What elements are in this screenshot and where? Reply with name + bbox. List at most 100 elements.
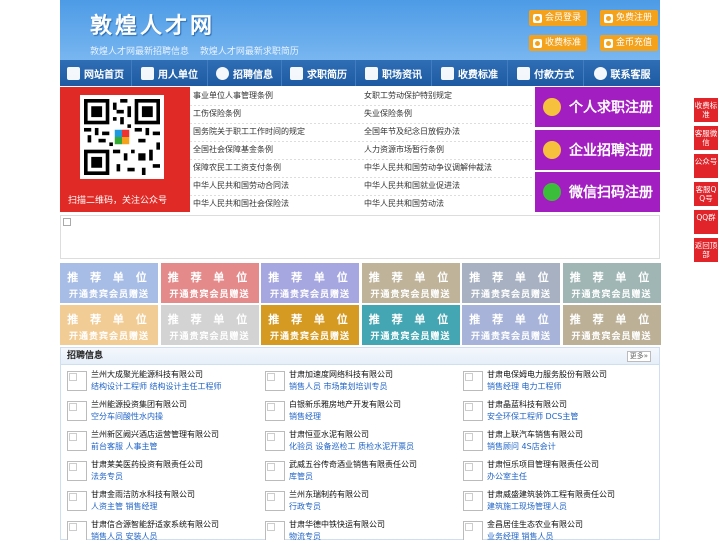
side-fees-button[interactable]: 收费标准 [694,98,718,122]
nav-support[interactable]: 联系客服 [584,60,660,86]
company-name[interactable]: 兰州新区阙兴酒店运营管理有限公司 [91,429,219,440]
job-positions[interactable]: 销售顾问 4S店会计 [487,441,556,452]
job-positions[interactable]: 物流专员 [289,531,321,540]
company-logo[interactable] [67,521,87,540]
company-name[interactable]: 兰州东瑞制药有限公司 [289,489,369,500]
wechat-register-button[interactable]: 微信扫码注册 [535,172,660,212]
company-logo[interactable] [265,491,285,511]
job-positions[interactable]: 空分车间酸性水内操 [91,411,163,422]
company-name[interactable]: 兰州能源投资集团有限公司 [91,399,187,410]
company-name[interactable]: 甘肃恒亚水泥有限公司 [289,429,369,440]
nav-news[interactable]: 职场资讯 [356,60,432,86]
company-logo[interactable] [265,521,285,540]
company-logo[interactable] [67,371,87,391]
company-name[interactable]: 甘肃上联汽车销售有限公司 [487,429,583,440]
recommend-slot[interactable]: 推 荐 单 位开通贵宾会员赠送 [261,305,359,345]
law-link[interactable]: 中华人民共和国社会保险法 [193,195,289,213]
company-name[interactable]: 兰州大成聚光能源科技有限公司 [91,369,203,380]
company-name[interactable]: 甘肃加速度网络科技有限公司 [289,369,393,380]
recommend-slot[interactable]: 推 荐 单 位开通贵宾会员赠送 [361,305,460,345]
job-positions[interactable]: 法务专员 [91,471,123,482]
law-link[interactable]: 全国社会保障基金条例 [193,141,273,159]
law-link[interactable]: 失业保险条例 [364,105,412,123]
company-logo[interactable] [463,461,483,481]
company-name[interactable]: 白银新乐雅房地产开发有限公司 [289,399,401,410]
law-link[interactable]: 国务院关于职工工作时间的规定 [193,123,305,141]
nav-fees[interactable]: 收费标准 [432,60,508,86]
fees-button[interactable]: 收费标准 [529,35,588,51]
company-name[interactable]: 甘肃华德中铁快运有限公司 [289,519,385,530]
law-link[interactable]: 中华人民共和国劳动合同法 [193,177,289,195]
job-positions[interactable]: 销售经理 [289,411,321,422]
company-logo[interactable] [463,431,483,451]
law-link[interactable]: 人力资源市场暂行条例 [364,141,444,159]
recommend-slot[interactable]: 推 荐 单 位开通贵宾会员赠送 [160,263,259,303]
site-logo-title[interactable]: 敦煌人才网 [90,8,215,40]
job-positions[interactable]: 销售经理 电力工程师 [487,381,562,392]
company-register-button[interactable]: 企业招聘注册 [535,130,660,170]
company-logo[interactable] [265,461,285,481]
job-positions[interactable]: 结构设计工程师 结构设计主任工程师 [91,381,222,392]
company-name[interactable]: 甘肃晶蓝科技有限公司 [487,399,567,410]
company-logo[interactable] [463,371,483,391]
recharge-button[interactable]: 金币充值 [600,35,659,51]
recommend-slot[interactable]: 推 荐 单 位开通贵宾会员赠送 [562,305,661,345]
job-positions[interactable]: 安全环保工程师 DCS主管 [487,411,578,422]
recommend-slot[interactable]: 推 荐 单 位开通贵宾会员赠送 [261,263,359,303]
recommend-slot[interactable]: 推 荐 单 位开通贵宾会员赠送 [160,305,259,345]
login-button[interactable]: 会员登录 [529,10,588,26]
job-positions[interactable]: 库管员 [289,471,313,482]
subtitle-jobs[interactable]: 敦煌人才网最新招聘信息 [90,47,189,57]
nav-employers[interactable]: 用人单位 [132,60,208,86]
company-logo[interactable] [265,431,285,451]
law-link[interactable]: 中华人民共和国就业促进法 [364,177,460,195]
subtitle-resumes[interactable]: 敦煌人才网最新求职简历 [200,47,299,57]
recommend-slot[interactable]: 推 荐 单 位开通贵宾会员赠送 [562,263,661,303]
nav-jobs[interactable]: 招聘信息 [208,60,282,86]
company-logo[interactable] [67,431,87,451]
recommend-slot[interactable]: 推 荐 单 位开通贵宾会员赠送 [361,263,460,303]
nav-resumes[interactable]: 求职简历 [282,60,356,86]
company-logo[interactable] [265,401,285,421]
company-logo[interactable] [67,401,87,421]
job-positions[interactable]: 办公室主任 [487,471,527,482]
job-positions[interactable]: 前台客服 人事主管 [91,441,158,452]
nav-payment[interactable]: 付款方式 [508,60,584,86]
law-link[interactable]: 事业单位人事管理条例 [193,87,273,105]
law-link[interactable]: 女职工劳动保护特别规定 [364,87,452,105]
job-positions[interactable]: 行政专员 [289,501,321,512]
nav-home[interactable]: 网站首页 [60,60,132,86]
law-link[interactable]: 保障农民工工资支付条例 [193,159,281,177]
company-logo[interactable] [265,371,285,391]
company-logo[interactable] [463,521,483,540]
job-positions[interactable]: 人资主管 销售经理 [91,501,158,512]
law-link[interactable]: 全国年节及纪念日放假办法 [364,123,460,141]
company-name[interactable]: 甘肃信合源智能舒适家系统有限公司 [91,519,219,530]
law-link[interactable]: 工伤保险条例 [193,105,241,123]
company-name[interactable]: 甘肃威盛建筑装饰工程有限责任公司 [487,489,615,500]
side-qq-group-button[interactable]: QQ群 [694,210,718,234]
side-qq-button[interactable]: 客服QQ号 [694,182,718,206]
job-positions[interactable]: 业务经理 销售人员 [487,531,554,540]
company-logo[interactable] [463,491,483,511]
company-logo[interactable] [67,461,87,481]
company-logo[interactable] [463,401,483,421]
more-jobs-link[interactable]: 更多» [626,351,651,362]
company-logo[interactable] [67,491,87,511]
company-name[interactable]: 金昌居佳生态农业有限公司 [487,519,583,530]
side-official-account-button[interactable]: 公众号 [694,154,718,178]
company-name[interactable]: 甘肃电保姆电力服务股份有限公司 [487,369,607,380]
recommend-slot[interactable]: 推 荐 单 位开通贵宾会员赠送 [462,305,560,345]
personal-register-button[interactable]: 个人求职注册 [535,87,660,127]
ad-banner[interactable] [60,215,660,259]
law-link[interactable]: 中华人民共和国劳动法 [364,195,444,213]
job-positions[interactable]: 建筑施工现场管理人员 [487,501,567,512]
side-wechat-button[interactable]: 客服微信 [694,126,718,150]
company-name[interactable]: 甘肃金雨洁防水科技有限公司 [91,489,195,500]
recommend-slot[interactable]: 推 荐 单 位开通贵宾会员赠送 [60,263,158,303]
register-button[interactable]: 免费注册 [600,10,659,26]
company-name[interactable]: 甘肃莱美医药投资有限责任公司 [91,459,203,470]
back-to-top-button[interactable]: 返回顶部 [694,238,718,262]
company-name[interactable]: 甘肃恒乐项目管理有限责任公司 [487,459,599,470]
recommend-slot[interactable]: 推 荐 单 位开通贵宾会员赠送 [462,263,560,303]
